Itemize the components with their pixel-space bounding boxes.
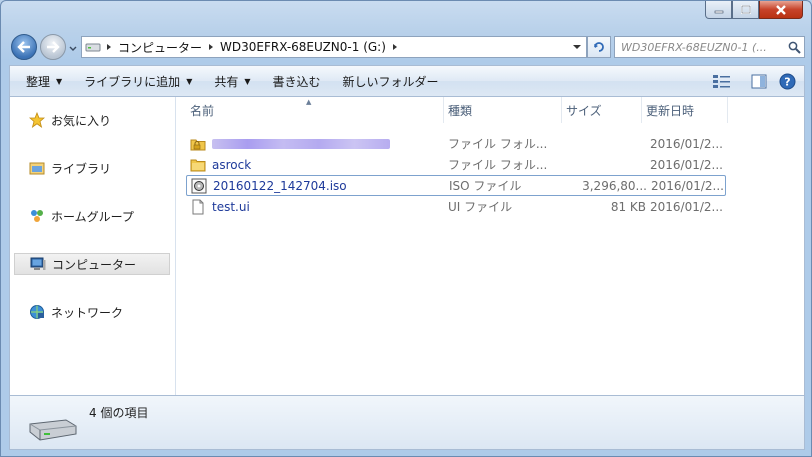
close-button[interactable] xyxy=(759,1,803,19)
breadcrumb-separator-icon[interactable] xyxy=(206,43,216,51)
svg-text:?: ? xyxy=(784,75,790,88)
preview-pane-button[interactable] xyxy=(748,70,770,92)
column-header-type[interactable]: 種類 xyxy=(444,97,562,123)
refresh-button[interactable] xyxy=(587,36,611,58)
nav-item-libraries[interactable]: ライブラリ xyxy=(14,157,170,179)
close-icon xyxy=(776,4,786,15)
file-date: 2016/01/2... xyxy=(650,157,723,172)
file-date: 2016/01/2... xyxy=(650,199,723,214)
address-history-dropdown[interactable] xyxy=(568,37,586,57)
address-bar[interactable]: コンピューター WD30EFRX-68EUZN0-1 (G:) xyxy=(81,36,587,58)
view-list-icon xyxy=(713,75,730,88)
column-header-date[interactable]: 更新日時 xyxy=(642,97,728,123)
view-options-button[interactable] xyxy=(712,70,734,92)
file-size: 81 KB xyxy=(610,199,646,214)
file-row[interactable]: 20160122_142704.iso ISO ファイル 3,296,80...… xyxy=(186,175,726,196)
file-row[interactable]: ファイル フォル... 2016/01/2... xyxy=(186,133,724,154)
organize-button[interactable]: 整理 ▼ xyxy=(10,66,73,96)
address-row: コンピューター WD30EFRX-68EUZN0-1 (G:) xyxy=(9,33,805,61)
chevron-down-icon: ▼ xyxy=(186,76,193,86)
minimize-button[interactable] xyxy=(705,1,732,19)
file-row[interactable]: test.ui UI ファイル 81 KB 2016/01/2... xyxy=(186,196,724,217)
file-list: ▲ 名前 種類 サイズ 更新日時 ファイル フォル... 2016/01/2..… xyxy=(184,97,800,395)
file-name: asrock xyxy=(212,157,252,172)
file-date: 2016/01/2... xyxy=(650,136,723,151)
share-button[interactable]: 共有 ▼ xyxy=(203,66,261,96)
redacted-file-name xyxy=(212,138,390,149)
file-icon xyxy=(190,199,206,215)
search-box[interactable] xyxy=(614,36,805,58)
file-row[interactable]: asrock ファイル フォル... 2016/01/2... xyxy=(186,154,724,175)
add-to-library-button[interactable]: ライブラリに追加 ▼ xyxy=(73,66,203,96)
search-icon[interactable] xyxy=(784,41,804,54)
chevron-down-icon xyxy=(573,45,581,49)
content-area: お気に入り ライブラリ ホームグループ コンピューター ネットワーク ▲ 名前 … xyxy=(9,97,805,395)
file-name: test.ui xyxy=(212,199,250,214)
file-size xyxy=(566,154,646,175)
item-count: 4 個の項目 xyxy=(89,406,149,420)
new-folder-button[interactable]: 新しいフォルダー xyxy=(332,66,450,96)
breadcrumb-separator-icon[interactable] xyxy=(104,43,114,51)
maximize-icon xyxy=(740,5,751,14)
breadcrumb-computer[interactable]: コンピューター xyxy=(114,39,206,56)
explorer-window: コンピューター WD30EFRX-68EUZN0-1 (G:) 整理▼ ライブラ… xyxy=(0,0,812,457)
file-size xyxy=(566,133,646,154)
navigation-pane: お気に入り ライブラリ ホームグループ コンピューター ネットワーク xyxy=(10,97,176,395)
locked-folder-icon xyxy=(190,136,206,152)
library-icon xyxy=(28,159,46,177)
nav-item-homegroup[interactable]: ホームグループ xyxy=(14,205,170,227)
column-header-size[interactable]: サイズ xyxy=(562,97,642,123)
drive-icon xyxy=(82,42,104,52)
file-size: 3,296,80... xyxy=(582,178,647,193)
hard-drive-icon xyxy=(29,419,77,441)
homegroup-icon xyxy=(28,207,46,225)
file-name: 20160122_142704.iso xyxy=(213,178,347,193)
file-type: ISO ファイル xyxy=(449,179,522,193)
recent-pages-dropdown[interactable] xyxy=(68,42,78,52)
chevron-down-icon: ▼ xyxy=(244,76,251,86)
breadcrumb-drive[interactable]: WD30EFRX-68EUZN0-1 (G:) xyxy=(216,40,390,54)
folder-icon xyxy=(190,157,206,173)
file-type: UI ファイル xyxy=(448,200,513,214)
chevron-down-icon: ▼ xyxy=(56,76,63,86)
command-bar: 整理 ▼ ライブラリに追加 ▼ 共有 ▼ 書き込む 新しいフォルダー ? xyxy=(9,65,805,97)
nav-item-favorites[interactable]: お気に入り xyxy=(14,109,170,131)
disc-image-icon xyxy=(191,178,207,194)
refresh-icon xyxy=(594,42,604,52)
breadcrumb-separator-icon[interactable] xyxy=(390,43,400,51)
arrow-right-icon xyxy=(47,41,60,53)
details-pane: 4 個の項目 xyxy=(9,395,805,450)
file-type: ファイル フォル... xyxy=(448,137,548,151)
nav-item-computer[interactable]: コンピューター xyxy=(14,253,170,275)
back-button[interactable] xyxy=(11,34,37,60)
computer-icon xyxy=(29,255,47,273)
file-date: 2016/01/2... xyxy=(651,178,724,193)
star-icon xyxy=(28,111,46,129)
window-controls xyxy=(705,1,803,19)
help-button[interactable]: ? xyxy=(776,70,798,92)
help-icon: ? xyxy=(779,73,795,89)
forward-button[interactable] xyxy=(40,34,66,60)
nav-item-network[interactable]: ネットワーク xyxy=(14,301,170,323)
chevron-down-icon xyxy=(69,46,77,51)
column-header-name[interactable]: 名前 xyxy=(186,97,444,123)
burn-button[interactable]: 書き込む xyxy=(262,66,332,96)
preview-pane-icon xyxy=(751,74,767,88)
search-input[interactable] xyxy=(615,39,784,55)
maximize-button[interactable] xyxy=(732,1,759,19)
network-icon xyxy=(28,303,46,321)
file-type: ファイル フォル... xyxy=(448,158,548,172)
arrow-left-icon xyxy=(17,41,30,53)
minimize-icon xyxy=(714,10,723,13)
